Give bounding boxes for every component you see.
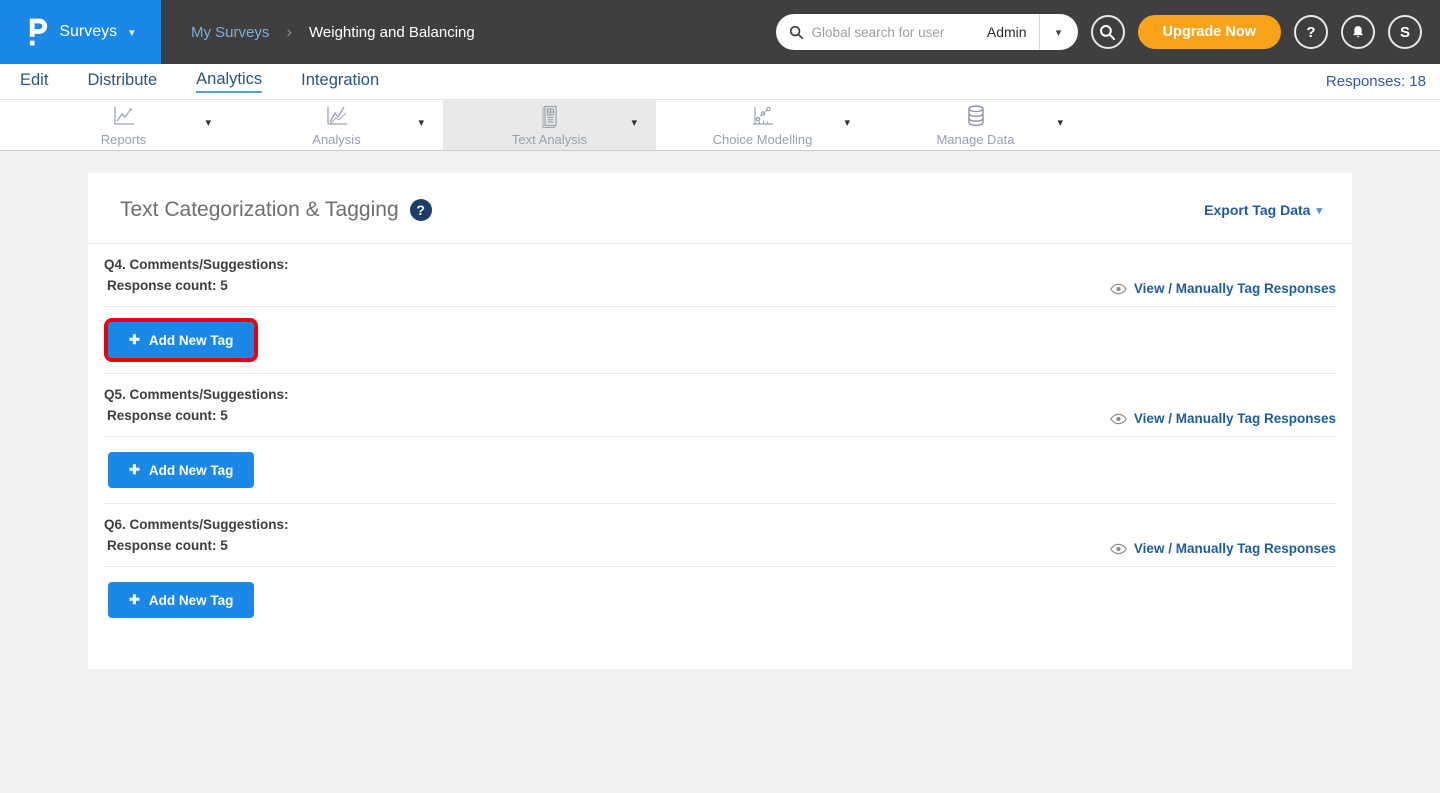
notifications-button[interactable] (1341, 15, 1375, 49)
page-title-text: Text Categorization & Tagging (120, 198, 399, 222)
question-label: Q6. Comments/Suggestions: (104, 514, 289, 535)
section-header: Q5. Comments/Suggestions: Response count… (104, 384, 1336, 426)
eye-icon (1110, 543, 1127, 555)
question-label: Q5. Comments/Suggestions: (104, 384, 289, 405)
search-scope-dropdown[interactable]: ▾ (1040, 26, 1078, 39)
account-avatar[interactable]: S (1388, 15, 1422, 49)
view-manually-tag-link[interactable]: View / Manually Tag Responses (1110, 281, 1336, 296)
top-bar: Surveys ▾ My Surveys › Weighting and Bal… (0, 0, 1440, 64)
topbar-actions: Admin ▾ Upgrade Now ? S (776, 14, 1440, 50)
survey-nav: Edit Distribute Analytics Integration Re… (0, 64, 1440, 100)
chevron-down-icon[interactable]: ▾ (205, 116, 211, 129)
section-labels: Q4. Comments/Suggestions: Response count… (104, 254, 289, 296)
tab-label: Text Analysis (512, 132, 587, 147)
help-icon[interactable]: ? (410, 199, 432, 221)
view-link-label: View / Manually Tag Responses (1134, 411, 1336, 426)
help-button[interactable]: ? (1294, 15, 1328, 49)
chevron-down-icon[interactable]: ▾ (844, 116, 850, 129)
text-tagging-panel: Text Categorization & Tagging ? Export T… (88, 173, 1352, 669)
reports-chart-icon (111, 104, 137, 128)
eye-icon (1110, 413, 1127, 425)
chevron-down-icon[interactable]: ▾ (631, 116, 637, 129)
plus-icon: ✚ (129, 332, 140, 348)
view-manually-tag-link[interactable]: View / Manually Tag Responses (1110, 541, 1336, 556)
eye-icon (1110, 283, 1127, 295)
response-count-label: Response count: 5 (104, 275, 289, 296)
section-header: Q4. Comments/Suggestions: Response count… (104, 254, 1336, 296)
upgrade-now-button[interactable]: Upgrade Now (1138, 15, 1281, 49)
tag-button-area: ✚ Add New Tag (104, 567, 1336, 633)
question-section-q4: Q4. Comments/Suggestions: Response count… (104, 244, 1336, 374)
tab-label: Manage Data (936, 132, 1014, 147)
add-new-tag-button[interactable]: ✚ Add New Tag (108, 322, 254, 358)
global-search: Admin ▾ (776, 14, 1078, 50)
question-section-q5: Q5. Comments/Suggestions: Response count… (104, 374, 1336, 504)
database-icon (963, 104, 989, 128)
response-count-label: Response count: 5 (104, 405, 289, 426)
section-labels: Q6. Comments/Suggestions: Response count… (104, 514, 289, 556)
view-link-label: View / Manually Tag Responses (1134, 281, 1336, 296)
add-new-tag-button[interactable]: ✚ Add New Tag (108, 452, 254, 488)
breadcrumb: My Surveys › Weighting and Balancing (191, 22, 475, 42)
add-new-tag-label: Add New Tag (149, 593, 234, 608)
tab-label: Choice Modelling (713, 132, 813, 147)
add-new-tag-button[interactable]: ✚ Add New Tag (108, 582, 254, 618)
response-count-label: Response count: 5 (104, 535, 289, 556)
export-tag-data-dropdown[interactable]: Export Tag Data ▾ (1204, 202, 1322, 218)
view-manually-tag-link[interactable]: View / Manually Tag Responses (1110, 411, 1336, 426)
bell-icon (1350, 24, 1366, 41)
view-link-label: View / Manually Tag Responses (1134, 541, 1336, 556)
breadcrumb-current-survey: Weighting and Balancing (309, 24, 475, 41)
add-new-tag-label: Add New Tag (149, 463, 234, 478)
panel-header: Text Categorization & Tagging ? Export T… (88, 173, 1352, 244)
global-search-input[interactable] (812, 25, 975, 40)
tag-button-area: ✚ Add New Tag (104, 307, 1336, 373)
tab-reports[interactable]: Reports ▾ (17, 100, 230, 150)
section-labels: Q5. Comments/Suggestions: Response count… (104, 384, 289, 426)
search-scope-label: Admin (975, 24, 1039, 40)
nav-item-integration[interactable]: Integration (301, 71, 379, 92)
tab-label: Reports (101, 132, 147, 147)
chevron-down-icon: ▾ (129, 26, 135, 39)
chevron-down-icon[interactable]: ▾ (418, 116, 424, 129)
surveys-menu-label: Surveys (59, 23, 117, 41)
tab-analysis[interactable]: Analysis ▾ (230, 100, 443, 150)
tab-text-analysis[interactable]: Text Analysis ▾ (443, 100, 656, 150)
chevron-down-icon: ▾ (1316, 204, 1322, 217)
choice-modelling-icon (750, 104, 776, 128)
search-icon (1099, 24, 1116, 41)
nav-item-distribute[interactable]: Distribute (87, 71, 157, 92)
nav-item-edit[interactable]: Edit (20, 71, 48, 92)
add-new-tag-label: Add New Tag (149, 333, 234, 348)
tag-button-area: ✚ Add New Tag (104, 437, 1336, 503)
question-label: Q4. Comments/Suggestions: (104, 254, 289, 275)
chevron-right-icon: › (286, 22, 292, 42)
search-button[interactable] (1091, 15, 1125, 49)
tab-manage-data[interactable]: Manage Data ▾ (869, 100, 1082, 150)
surveys-menu[interactable]: Surveys ▾ (0, 0, 161, 64)
text-analysis-icon (538, 104, 562, 128)
question-section-q6: Q6. Comments/Suggestions: Response count… (104, 504, 1336, 633)
analytics-tab-bar: Reports ▾ Analysis ▾ Text Analysis ▾ (0, 100, 1440, 151)
main-content: Text Categorization & Tagging ? Export T… (0, 151, 1440, 669)
nav-item-analytics[interactable]: Analytics (196, 70, 262, 93)
tab-choice-modelling[interactable]: Choice Modelling ▾ (656, 100, 869, 150)
analysis-chart-icon (324, 104, 350, 128)
page-title: Text Categorization & Tagging ? (120, 198, 432, 222)
plus-icon: ✚ (129, 462, 140, 478)
responses-count: Responses: 18 (1326, 73, 1426, 90)
tab-label: Analysis (312, 132, 360, 147)
export-tag-data-label: Export Tag Data (1204, 202, 1310, 218)
section-header: Q6. Comments/Suggestions: Response count… (104, 514, 1336, 556)
questionpro-logo-icon (26, 17, 49, 47)
chevron-down-icon[interactable]: ▾ (1057, 116, 1063, 129)
breadcrumb-my-surveys[interactable]: My Surveys (191, 24, 269, 41)
plus-icon: ✚ (129, 592, 140, 608)
search-icon (789, 25, 804, 40)
